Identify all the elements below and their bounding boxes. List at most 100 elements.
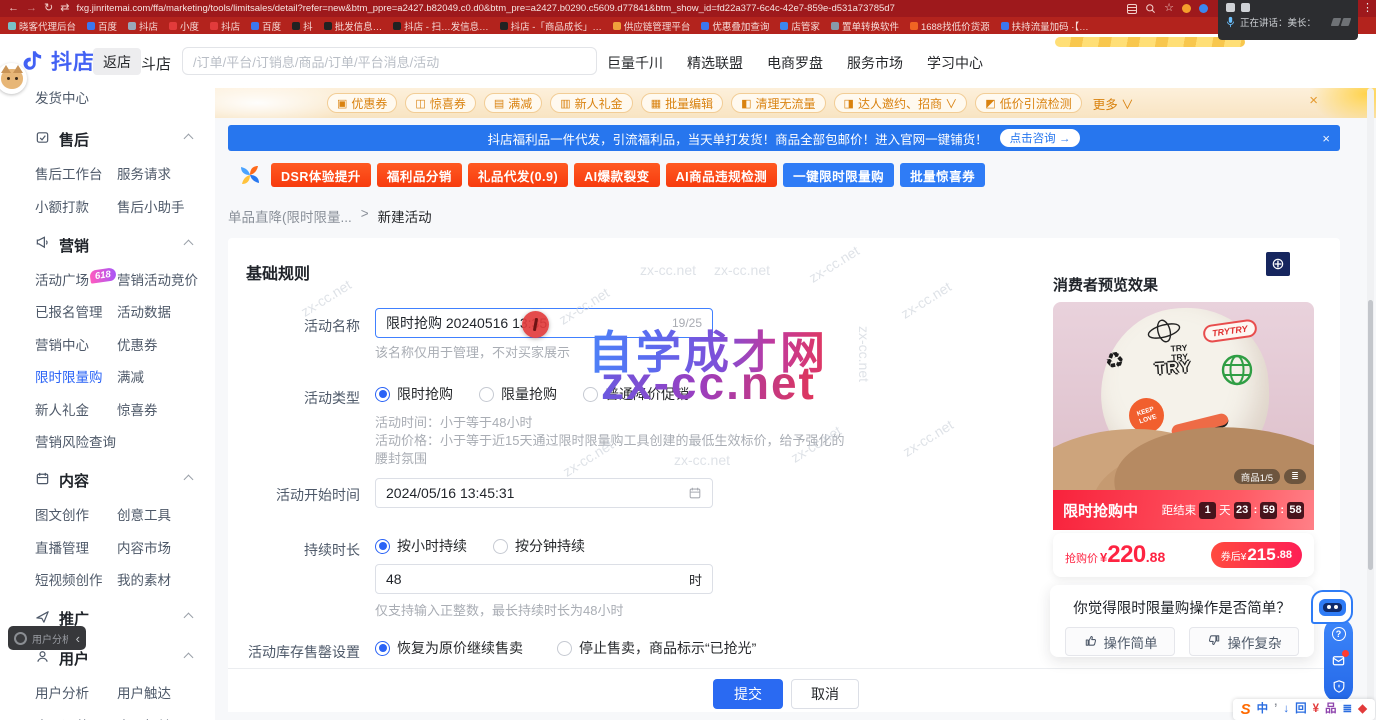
zoom-icon[interactable] <box>1145 3 1156 14</box>
duration-input[interactable]: 48 时 <box>375 564 713 594</box>
sidebar-section-header[interactable]: 售后 <box>35 129 200 150</box>
global-search-input[interactable]: /订单/平台/订销息/商品/订单/平台消息/活动 <box>182 47 597 75</box>
tool-button-批量惊喜券[interactable]: 批量惊喜券 <box>900 163 985 187</box>
zoom-plus-icon[interactable]: ⊕ <box>1266 252 1290 276</box>
sidebar-item-创意工具[interactable]: 创意工具 <box>117 504 215 524</box>
sidebar-item-优惠券[interactable]: 优惠券 <box>117 334 215 354</box>
nav-link-服务市场[interactable]: 服务市场 <box>847 53 903 73</box>
sidebar-item-直播管理[interactable]: 直播管理 <box>35 537 117 557</box>
tool-button-福利品分销[interactable]: 福利品分销 <box>377 163 462 187</box>
promo-pill-批量编辑[interactable]: ▦批量编辑 <box>641 93 723 113</box>
ime-item[interactable]: ↓ <box>1283 704 1289 716</box>
extension-fox-icon[interactable] <box>1182 4 1191 13</box>
consult-button[interactable]: 点击咨询 → <box>1000 129 1081 147</box>
radio-恢复为原价继续售卖[interactable]: 恢复为原价继续售卖 <box>375 638 523 658</box>
sidebar-item-活动广场[interactable]: 活动广场618 <box>35 269 117 289</box>
tool-button-DSR体验提升[interactable]: DSR体验提升 <box>271 163 371 187</box>
back-to-shop-button[interactable]: 返店 <box>93 48 141 75</box>
promo-pill-达人邀约、招商 ∨[interactable]: ◨达人邀约、招商 ∨ <box>834 93 968 113</box>
start-time-input[interactable]: 2024/05/16 13:45:31 <box>375 478 713 508</box>
sidebar-item-新人礼金[interactable]: 新人礼金 <box>35 399 117 419</box>
survey-button-操作简单[interactable]: 操作简单 <box>1065 627 1175 656</box>
promo-pill-满减[interactable]: ▤满减 <box>484 93 542 113</box>
bookmark-item[interactable]: 置单转换软件 <box>831 19 899 33</box>
survey-button-操作复杂[interactable]: 操作复杂 <box>1189 627 1299 656</box>
sidebar-item-会员运营[interactable]: 会员运营 <box>35 715 117 720</box>
sidebar-section-header[interactable]: 营销 <box>35 235 200 256</box>
radio-按小时持续[interactable]: 按小时持续 <box>375 536 467 556</box>
bookmark-star-icon[interactable]: ☆ <box>1164 3 1174 14</box>
bookmark-item[interactable]: 百度 <box>87 19 117 33</box>
bookmark-item[interactable]: 供应链管理平台 <box>613 19 691 33</box>
shield-icon[interactable] <box>1331 678 1347 694</box>
promo-pill-惊喜券[interactable]: ◫惊喜券 <box>405 93 475 113</box>
nav-link-电商罗盘[interactable]: 电商罗盘 <box>767 53 823 73</box>
recorder-overlay-pill[interactable]: 用户分析 ‹ <box>8 626 86 650</box>
radio-按分钟持续[interactable]: 按分钟持续 <box>493 536 585 556</box>
bookmark-item[interactable]: 抖店 - 扫…发信息… <box>393 19 488 33</box>
reload-icon[interactable]: ↻ <box>44 3 53 14</box>
ime-item[interactable]: ◆ <box>1358 704 1367 716</box>
ime-item[interactable]: ’ <box>1274 704 1277 716</box>
bookmark-item[interactable]: 抖店 -「商品成长」… <box>500 19 602 33</box>
back-icon[interactable]: ← <box>8 3 19 14</box>
page-scrollbar[interactable] <box>1367 88 1374 720</box>
extension-blue-icon[interactable] <box>1199 4 1208 13</box>
sidebar-item-我的素材[interactable]: 我的素材 <box>117 569 215 589</box>
sidebar-item-已报名管理[interactable]: 已报名管理 <box>35 301 117 321</box>
sidebar-item-会员权益[interactable]: 会员权益 <box>117 715 215 720</box>
nav-link-学习中心[interactable]: 学习中心 <box>927 53 983 73</box>
tool-button-AI爆款裂变[interactable]: AI爆款裂变 <box>574 163 660 187</box>
doudian-logo[interactable]: 抖店 <box>20 46 95 76</box>
tool-button-AI商品违规检测[interactable]: AI商品违规检测 <box>666 163 778 187</box>
bookmark-item[interactable]: 抖店 <box>210 19 240 33</box>
nav-link-巨量千川[interactable]: 巨量千川 <box>607 53 663 73</box>
promo-pill-清理无流量[interactable]: ◧清理无流量 <box>731 93 825 113</box>
scrollbar-thumb[interactable] <box>1368 300 1373 570</box>
overlay-window-icon[interactable] <box>1226 3 1235 12</box>
sidebar-item-小额打款[interactable]: 小额打款 <box>35 196 117 216</box>
overlay-window-icon[interactable] <box>1241 3 1250 12</box>
sidebar-section-header[interactable]: 用户 <box>35 648 200 669</box>
bookmark-item[interactable]: 小度 <box>169 19 199 33</box>
help-question-icon[interactable]: ? <box>1331 626 1347 642</box>
calendar-icon[interactable] <box>688 486 702 500</box>
bookmark-item[interactable]: 晓客代理后台 <box>8 19 76 33</box>
sidebar-item-用户分析[interactable]: 用户分析 <box>35 682 117 702</box>
promo-close-icon[interactable]: × <box>1309 92 1318 109</box>
tool-button-一键限时限量购[interactable]: 一键限时限量购 <box>783 163 894 187</box>
ime-item[interactable]: ¥ <box>1313 704 1319 716</box>
ime-item[interactable]: 中 <box>1257 704 1269 716</box>
promo-more-button[interactable]: 更多 ∨ <box>1093 94 1134 113</box>
sidebar-item-服务请求[interactable]: 服务请求 <box>117 163 215 183</box>
sidebar-item-短视频创作[interactable]: 短视频创作 <box>35 569 117 589</box>
record-button-icon[interactable] <box>14 632 27 645</box>
sogou-logo-icon[interactable]: S <box>1241 701 1251 718</box>
sidebar-item-满减[interactable]: 满减 <box>117 366 215 386</box>
tab-switch-icon[interactable]: ⇄ <box>60 3 69 14</box>
nav-link-精选联盟[interactable]: 精选联盟 <box>687 53 743 73</box>
breadcrumb-parent[interactable]: 单品直降(限时限量... <box>228 206 352 226</box>
bookmark-item[interactable]: 抖 <box>292 19 313 33</box>
sidebar-item-内容市场[interactable]: 内容市场 <box>117 537 215 557</box>
promo-pill-低价引流检测[interactable]: ◩低价引流检测 <box>975 93 1081 113</box>
ime-item[interactable]: ≣ <box>1343 704 1353 716</box>
bookmark-item[interactable]: 1688找低价货源 <box>910 19 990 33</box>
browser-menu-icon[interactable]: ⋮ <box>1362 1 1373 14</box>
promo-pill-优惠券[interactable]: ▣优惠券 <box>327 93 397 113</box>
tool-button-礼品代发(0.9)[interactable]: 礼品代发(0.9) <box>468 163 568 187</box>
image-nav-icon[interactable]: ≣ <box>1284 469 1306 484</box>
feedback-inbox-icon[interactable] <box>1331 652 1347 668</box>
url-text[interactable]: fxg.jinritemai.com/ffa/marketing/tools/l… <box>76 3 1120 14</box>
promo-pill-新人礼金[interactable]: ▥新人礼金 <box>550 93 632 113</box>
sidebar-item-限时限量购[interactable]: 限时限量购 <box>35 366 117 386</box>
sidebar-section-header[interactable]: 内容 <box>35 470 200 491</box>
bookmark-item[interactable]: 优惠叠加查询 <box>701 19 769 33</box>
bookmark-item[interactable]: 批发信息… <box>324 19 383 33</box>
sidebar-item-惊喜券[interactable]: 惊喜券 <box>117 399 215 419</box>
sidebar-item-活动数据[interactable]: 活动数据 <box>117 301 215 321</box>
sidebar-item-售后小助手[interactable]: 售后小助手 <box>117 196 215 216</box>
bookmark-item[interactable]: 扶持流量加码 ·【… <box>1001 19 1089 33</box>
sidebar-item-营销活动竞价[interactable]: 营销活动竞价 <box>117 269 215 289</box>
ime-item[interactable]: 回 <box>1295 704 1307 716</box>
